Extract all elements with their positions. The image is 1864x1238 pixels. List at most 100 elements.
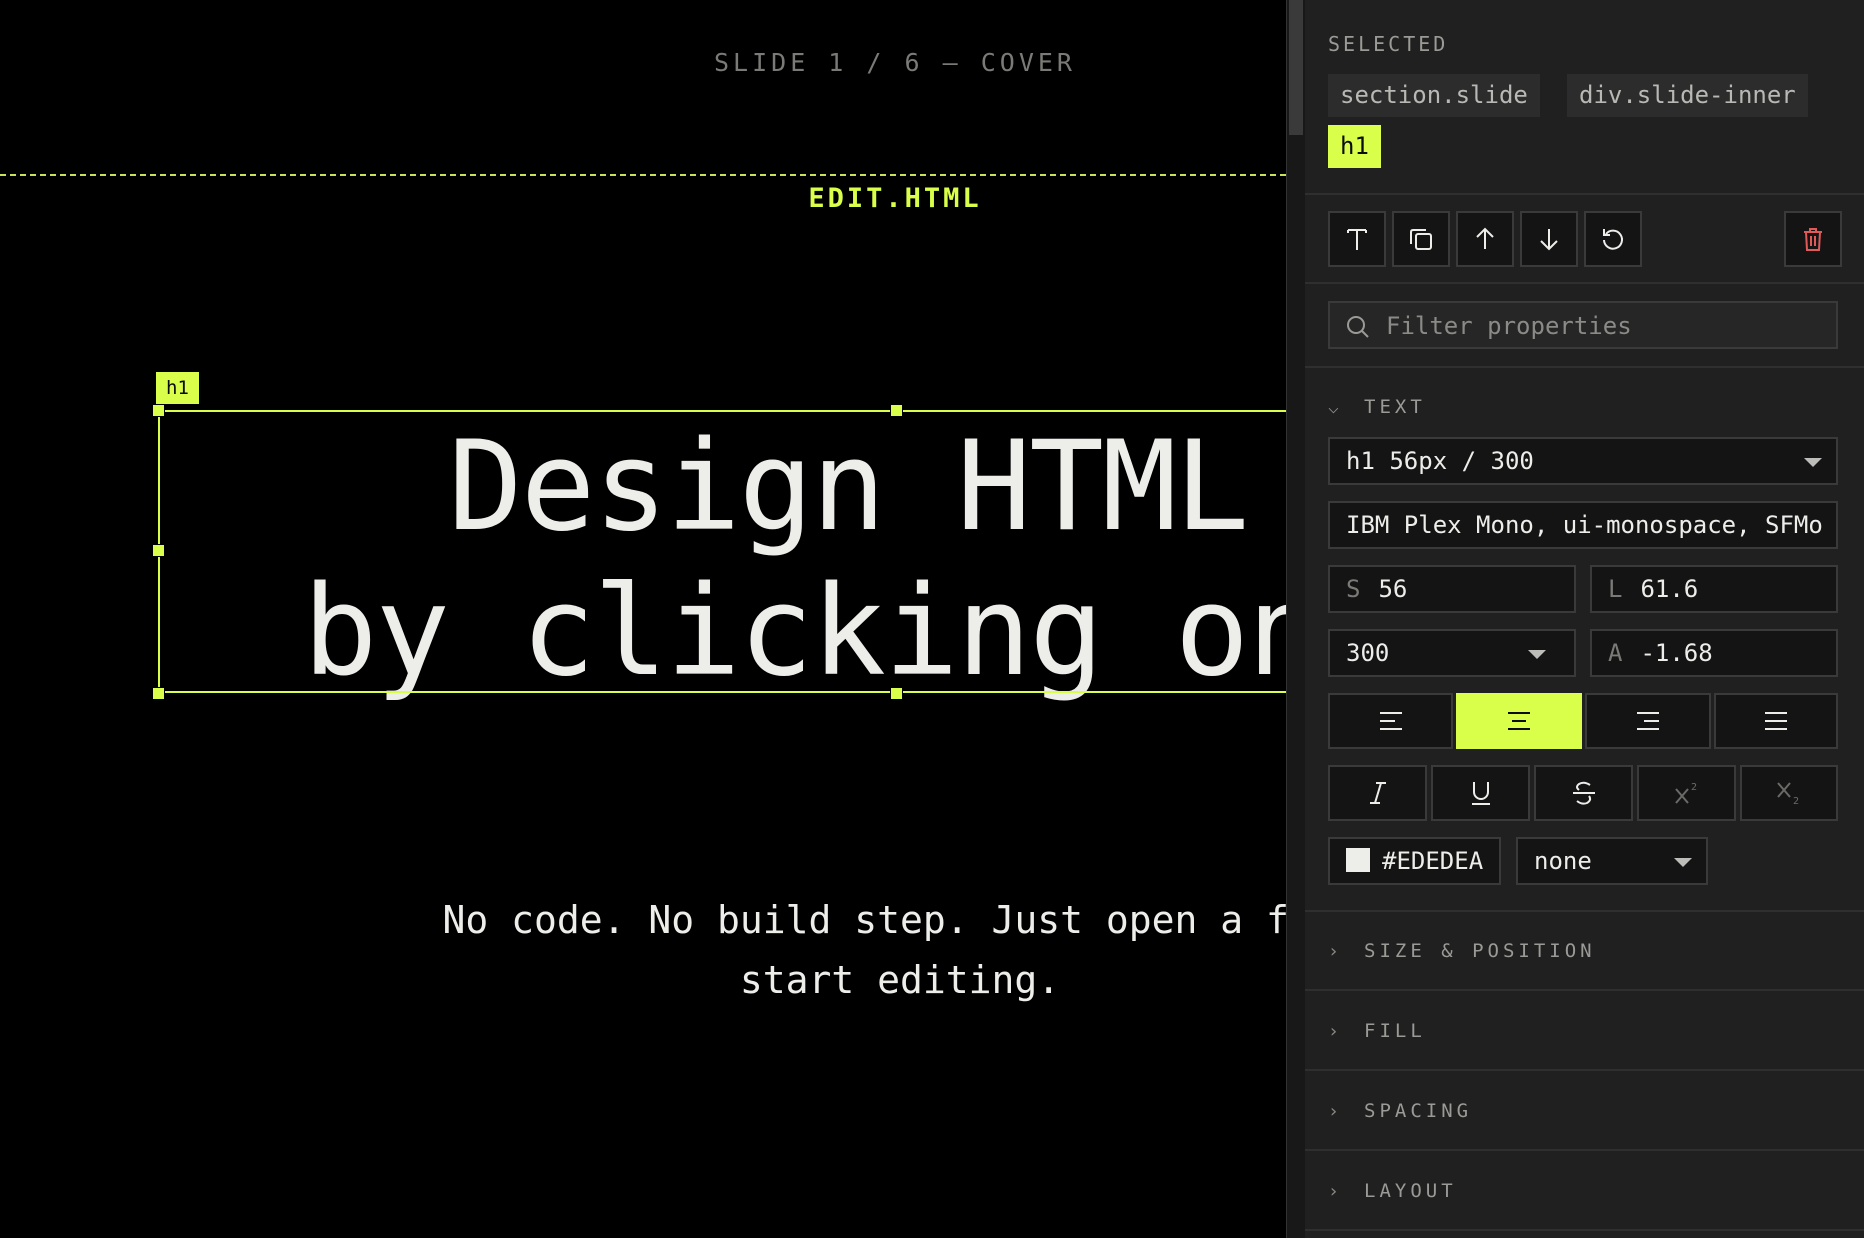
color-swatch[interactable] [1346, 848, 1370, 872]
resize-handle-middle-left[interactable] [152, 544, 165, 557]
subscript-icon: 2 [1777, 782, 1799, 807]
move-up-button[interactable] [1456, 211, 1514, 267]
selection-box[interactable] [158, 410, 1286, 693]
divider [1305, 1069, 1864, 1071]
breadcrumb-section-slide[interactable]: section.slide [1328, 74, 1540, 117]
superscript-button[interactable]: 2 [1637, 765, 1736, 821]
font-size-input[interactable]: S 56 [1328, 565, 1576, 613]
line-height-prefix: L [1608, 575, 1623, 603]
align-right-icon [1637, 712, 1659, 730]
underline-button[interactable] [1431, 765, 1530, 821]
resize-handle-bottom-center[interactable] [890, 687, 903, 700]
divider [1305, 1229, 1864, 1231]
font-family-value: IBM Plex Mono, ui-monospace, SFMo [1346, 511, 1823, 539]
scrollbar-thumb[interactable] [1289, 0, 1303, 135]
text-style-preset-select[interactable]: h1 56px / 300 [1328, 437, 1838, 485]
chevron-right-icon: › [1328, 941, 1343, 962]
size-position-section-header[interactable]: › SIZE & POSITION [1328, 940, 1596, 962]
size-position-section-title: SIZE & POSITION [1364, 940, 1596, 962]
align-left-button[interactable] [1328, 693, 1453, 749]
text-color-value: #EDEDEA [1382, 847, 1484, 875]
breadcrumb-h1[interactable]: h1 [1328, 125, 1381, 168]
align-justify-icon [1765, 712, 1787, 730]
duplicate-button[interactable] [1392, 211, 1450, 267]
font-weight-select[interactable]: 300 [1328, 629, 1576, 677]
reset-button[interactable] [1584, 211, 1642, 267]
line-height-value: 61.6 [1640, 575, 1699, 603]
edit-text-button[interactable] [1328, 211, 1386, 267]
chevron-right-icon: › [1328, 1021, 1343, 1042]
text-icon [1347, 229, 1367, 250]
guide-line [0, 174, 1286, 176]
brand-label[interactable]: EDIT.HTML [0, 183, 1286, 214]
align-center-button[interactable] [1456, 693, 1582, 749]
superscript-icon: 2 [1674, 782, 1697, 804]
filter-properties-field[interactable] [1328, 301, 1838, 349]
svg-text:2: 2 [1691, 782, 1697, 793]
text-decoration-select[interactable]: none [1516, 837, 1708, 885]
slide-canvas[interactable]: SLIDE 1 / 6 — COVER EDIT.HTML h1 Design … [0, 0, 1286, 1238]
chevron-down-icon: ⌵ [1328, 397, 1343, 418]
align-left-icon [1379, 712, 1402, 730]
layout-section-header[interactable]: › LAYOUT [1328, 1180, 1457, 1202]
align-justify-button[interactable] [1714, 693, 1838, 749]
text-style-preset-value: h1 56px / 300 [1346, 447, 1534, 475]
strikethrough-button[interactable] [1534, 765, 1633, 821]
font-size-value: 56 [1378, 575, 1408, 603]
font-weight-value: 300 [1346, 639, 1390, 667]
spacing-section-header[interactable]: › SPACING [1328, 1100, 1472, 1122]
divider [1305, 282, 1864, 284]
fill-section-header[interactable]: › FILL [1328, 1020, 1426, 1042]
caret-down-icon [1674, 858, 1692, 867]
text-color-input[interactable]: #EDEDEA [1328, 837, 1501, 885]
divider [1305, 1149, 1864, 1151]
resize-handle-top-center[interactable] [890, 404, 903, 417]
text-section-title: TEXT [1364, 396, 1426, 418]
letter-spacing-prefix: A [1608, 639, 1623, 667]
search-icon [1347, 316, 1369, 338]
breadcrumb-div-slide-inner[interactable]: div.slide-inner [1567, 74, 1808, 117]
divider [1305, 366, 1864, 368]
selection-tag: h1 [156, 372, 199, 404]
layout-section-title: LAYOUT [1364, 1180, 1457, 1202]
resize-handle-top-left[interactable] [152, 404, 165, 417]
caret-down-icon [1528, 650, 1546, 659]
filter-properties-input[interactable] [1386, 309, 1826, 343]
underline-icon [1471, 782, 1490, 805]
font-size-prefix: S [1346, 575, 1361, 603]
text-decoration-value: none [1534, 847, 1592, 875]
letter-spacing-input[interactable]: A -1.68 [1590, 629, 1838, 677]
italic-icon [1369, 782, 1386, 804]
divider [1305, 910, 1864, 912]
align-right-button[interactable] [1585, 693, 1711, 749]
selected-heading: SELECTED [1328, 32, 1449, 56]
delete-button[interactable] [1784, 211, 1842, 267]
divider [1305, 989, 1864, 991]
arrow-down-icon [1540, 229, 1558, 251]
subscript-button[interactable]: 2 [1740, 765, 1838, 821]
caret-down-icon [1804, 458, 1822, 467]
inspector-panel: SELECTED section.slide div.slide-inner h… [1286, 0, 1864, 1238]
resize-handle-bottom-left[interactable] [152, 687, 165, 700]
trash-icon [1804, 228, 1822, 251]
scrollbar-track[interactable] [1287, 0, 1305, 1238]
svg-text:2: 2 [1793, 796, 1799, 807]
line-height-input[interactable]: L 61.6 [1590, 565, 1838, 613]
subtitle-text[interactable]: No code. No build step. Just open a file… [0, 890, 1286, 1010]
subtitle-line-2: start editing. [739, 958, 1061, 1002]
chevron-right-icon: › [1328, 1101, 1343, 1122]
fill-section-title: FILL [1364, 1020, 1426, 1042]
move-down-button[interactable] [1520, 211, 1578, 267]
font-family-input[interactable]: IBM Plex Mono, ui-monospace, SFMo [1328, 501, 1838, 549]
chevron-right-icon: › [1328, 1181, 1343, 1202]
divider [1305, 193, 1864, 195]
arrow-up-icon [1476, 227, 1494, 249]
spacing-section-title: SPACING [1364, 1100, 1473, 1122]
italic-button[interactable] [1328, 765, 1427, 821]
text-section-header[interactable]: ⌵ TEXT [1328, 396, 1426, 418]
reset-icon [1603, 229, 1623, 250]
letter-spacing-value: -1.68 [1640, 639, 1713, 667]
strikethrough-icon [1572, 781, 1595, 805]
align-center-icon [1508, 712, 1530, 730]
subtitle-line-1: No code. No build step. Just open a file [442, 898, 1286, 942]
